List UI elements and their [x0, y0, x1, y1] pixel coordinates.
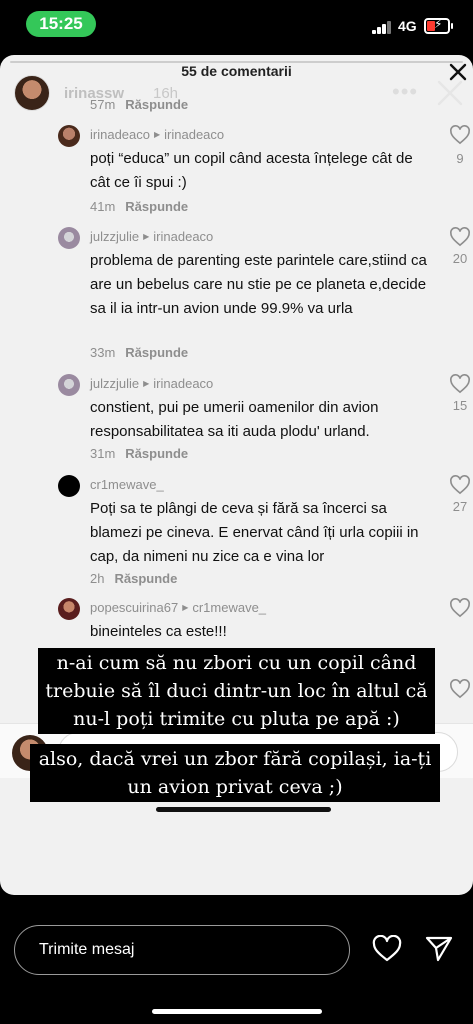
commenter-avatar[interactable] [58, 227, 80, 249]
reply-button[interactable]: Răspunde [125, 97, 188, 112]
charging-icon: ⚡ [434, 17, 443, 31]
commenter-avatar[interactable] [58, 598, 80, 620]
battery-cap [451, 23, 453, 29]
reply-to-username[interactable]: irinadeaco [153, 229, 213, 244]
comment-meta: 41m Răspunde [90, 199, 188, 214]
previous-comment-meta: 57m Răspunde [90, 97, 188, 112]
reply-to-username[interactable]: irinadeaco [153, 376, 213, 391]
comment-meta: 33m Răspunde [90, 345, 188, 360]
reply-to-username[interactable]: irinadeaco [164, 127, 224, 142]
comment-text: constient, pui pe umerii oamenilor din a… [90, 399, 379, 440]
like-heart-icon[interactable] [449, 679, 471, 699]
like-heart-icon[interactable] [449, 227, 471, 247]
status-time: 15:25 [26, 11, 96, 37]
reply-button[interactable]: Răspunde [114, 571, 177, 586]
comment-text: bineinteles ca este!!! [90, 623, 227, 640]
comment-text: Poți sa te plângi de ceva și fără sa înc… [90, 500, 419, 565]
commenter-username[interactable]: popescuirina67 [90, 600, 178, 615]
reply-button[interactable]: Răspunde [125, 199, 188, 214]
story-text-overlay: also, dacă vrei un zbor fără copilași, i… [30, 744, 440, 802]
comment-header: julzzjulie ▶ irinadeaco [90, 229, 213, 244]
comment-meta: 31m Răspunde [90, 446, 188, 461]
comment-meta: 2h Răspunde [90, 571, 177, 586]
reply-arrow-icon: ▶ [154, 130, 161, 139]
like-heart-icon[interactable] [449, 125, 471, 145]
send-icon[interactable] [424, 935, 454, 963]
like-heart-icon[interactable] [449, 598, 471, 618]
reply-arrow-icon: ▶ [143, 232, 150, 241]
commenter-avatar[interactable] [58, 125, 80, 147]
status-bar: 15:25 4G ⚡ [0, 0, 473, 50]
reply-arrow-icon: ▶ [143, 379, 150, 388]
sheet-home-indicator [156, 807, 331, 812]
commenter-avatar[interactable] [58, 475, 80, 497]
close-story-icon[interactable] [436, 79, 464, 107]
comment-time: 2h [90, 571, 105, 586]
commenter-avatar[interactable] [58, 374, 80, 396]
comment-time: 33m [90, 345, 116, 360]
like-heart-icon[interactable] [449, 374, 471, 394]
story-header: irinassw 16h 55 de comentarii ••• [0, 55, 473, 135]
commenter-username[interactable]: cr1mewave_ [90, 477, 164, 492]
comment-header: cr1mewave_ [90, 477, 164, 492]
story-avatar[interactable] [14, 75, 50, 111]
reply-button[interactable]: Răspunde [125, 345, 188, 360]
like-count: 15 [452, 398, 468, 413]
like-count: 9 [456, 151, 464, 166]
home-indicator [152, 1009, 322, 1014]
more-options-icon[interactable]: ••• [392, 79, 418, 105]
send-message-input[interactable]: Trimite mesaj [14, 925, 350, 975]
story-text-overlay: n-ai cum să nu zbori cu un copil când tr… [38, 648, 435, 734]
comment-text: problema de parenting este parintele car… [90, 252, 427, 317]
comments-title: 55 de comentarii [181, 63, 292, 79]
reply-button[interactable]: Răspunde [125, 446, 188, 461]
comment-header: irinadeaco ▶ irinadeaco [90, 127, 224, 142]
commenter-username[interactable]: irinadeaco [90, 127, 150, 142]
like-story-heart-icon[interactable] [372, 935, 402, 963]
reply-arrow-icon: ▶ [182, 603, 189, 612]
like-heart-icon[interactable] [449, 475, 471, 495]
comment-text: poți “educa” un copil când acesta înțele… [90, 150, 413, 191]
comment-header: julzzjulie ▶ irinadeaco [90, 376, 213, 391]
comment-header: popescuirina67 ▶ cr1mewave_ [90, 600, 266, 615]
comment-time: 57m [90, 97, 116, 112]
commenter-username[interactable]: julzzjulie [90, 376, 139, 391]
like-count: 20 [452, 251, 468, 266]
commenter-username[interactable]: julzzjulie [90, 229, 139, 244]
comment-time: 41m [90, 199, 116, 214]
signal-icon [372, 20, 392, 34]
reply-to-username[interactable]: cr1mewave_ [192, 600, 266, 615]
network-label: 4G [398, 18, 417, 34]
comment-time: 31m [90, 446, 116, 461]
like-count: 27 [452, 499, 468, 514]
